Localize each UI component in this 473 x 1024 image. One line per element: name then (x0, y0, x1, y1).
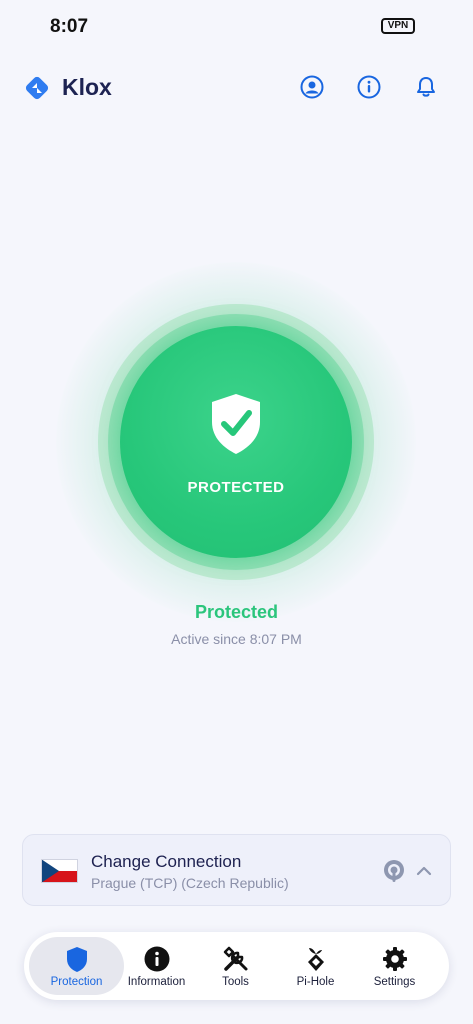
gear-icon (383, 947, 407, 971)
czech-flag-icon (41, 859, 78, 883)
active-since-text: Active since 8:07 PM (171, 631, 302, 647)
protection-circle-label: PROTECTED (187, 479, 285, 496)
tools-icon (223, 946, 248, 971)
protection-toggle-button[interactable]: PROTECTED (120, 326, 352, 558)
notifications-button[interactable] (411, 72, 441, 102)
shield-check-icon (212, 394, 260, 454)
account-icon (300, 75, 324, 99)
app-header: Klox (0, 60, 473, 116)
info-icon (144, 946, 170, 972)
status-bar: 8:07 VPN (0, 0, 473, 52)
shield-icon (67, 947, 87, 972)
change-connection-card[interactable]: Change Connection Prague (TCP) (Czech Re… (22, 834, 451, 906)
protocol-icon (384, 860, 404, 882)
status-time: 8:07 (50, 16, 89, 37)
info-icon (357, 75, 381, 99)
pihole-icon (308, 948, 324, 971)
bell-icon (417, 77, 435, 97)
klox-logo (25, 76, 49, 100)
vpn-badge: VPN (381, 18, 415, 34)
connection-title: Change Connection (91, 852, 242, 871)
app-title: Klox (62, 74, 112, 100)
chevron-up-icon[interactable] (416, 863, 432, 879)
info-button[interactable] (354, 72, 384, 102)
protection-status: Protected (194, 602, 279, 622)
tab-settings[interactable]: Settings (347, 937, 442, 995)
account-button[interactable] (297, 72, 327, 102)
connection-location: Prague (TCP) (Czech Republic) (91, 875, 289, 891)
tab-label: Settings (373, 976, 416, 988)
bottom-tab-bar: Protection Information Tools Pi-Hole Set… (24, 932, 449, 1000)
